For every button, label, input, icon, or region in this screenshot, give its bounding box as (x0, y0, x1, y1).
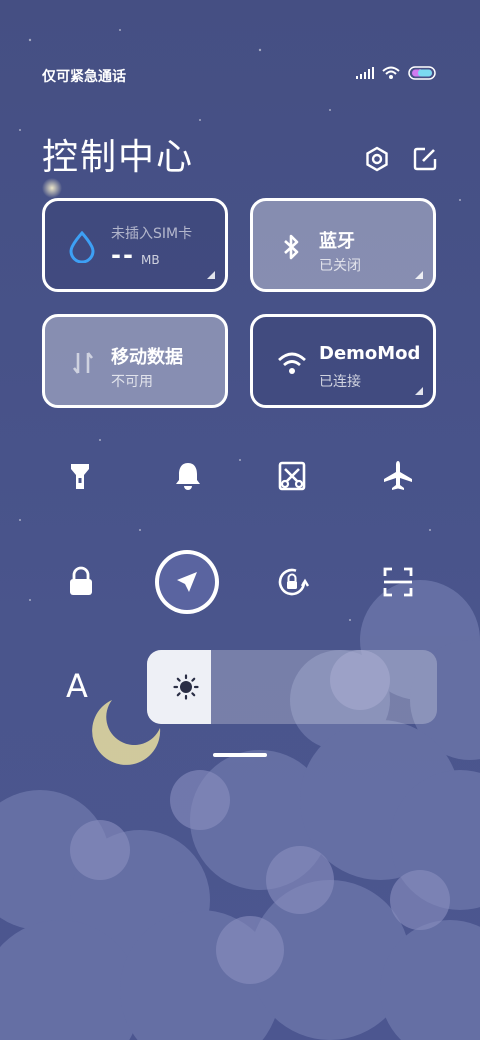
wifi-card[interactable]: DemoMod 已连接 (250, 314, 436, 408)
mobile-data-card[interactable]: 移动数据 不可用 (42, 314, 228, 408)
scan-icon[interactable] (380, 564, 416, 600)
battery-icon (408, 66, 436, 80)
expand-corner-icon (415, 271, 423, 279)
lock-icon[interactable] (63, 564, 99, 600)
system-icons (356, 66, 436, 80)
airplane-icon[interactable] (380, 458, 416, 494)
bell-icon[interactable] (170, 458, 206, 494)
data-usage-card[interactable]: 未插入SIM卡 -- MB (42, 198, 228, 292)
bluetooth-label: 蓝牙 (319, 231, 355, 252)
location-button[interactable] (155, 550, 219, 614)
wifi-icon (278, 352, 306, 374)
water-drop-icon (69, 231, 95, 263)
mobile-data-label: 移动数据 (111, 347, 183, 368)
carrier-status-text: 仅可紧急通话 (42, 69, 126, 85)
mobile-data-status: 不可用 (111, 374, 153, 390)
brightness-slider[interactable] (147, 650, 437, 724)
screenshot-icon[interactable] (274, 458, 310, 494)
sun-icon (173, 674, 199, 700)
wifi-status: 已连接 (319, 374, 361, 390)
flashlight-icon[interactable] (62, 458, 98, 494)
mobile-data-arrows-icon (72, 352, 94, 374)
bluetooth-status: 已关闭 (319, 258, 361, 274)
location-arrow-icon (177, 572, 197, 592)
wifi-network-name: DemoMod (319, 343, 419, 364)
font-size-button[interactable]: A (66, 667, 88, 705)
expand-corner-icon (415, 387, 423, 395)
sim-status-text: 未插入SIM卡 (111, 226, 193, 242)
settings-icon[interactable] (364, 146, 390, 172)
rotation-lock-icon[interactable] (274, 564, 310, 600)
data-usage-value: -- (111, 241, 135, 269)
wifi-status-icon (382, 66, 400, 79)
bluetooth-icon (284, 234, 299, 260)
signal-icon (356, 67, 374, 79)
edit-icon[interactable] (412, 146, 438, 172)
bluetooth-card[interactable]: 蓝牙 已关闭 (250, 198, 436, 292)
page-title: 控制中心 (42, 137, 195, 178)
expand-corner-icon (207, 271, 215, 279)
home-handle[interactable] (213, 753, 267, 757)
data-usage-unit: MB (141, 253, 160, 267)
